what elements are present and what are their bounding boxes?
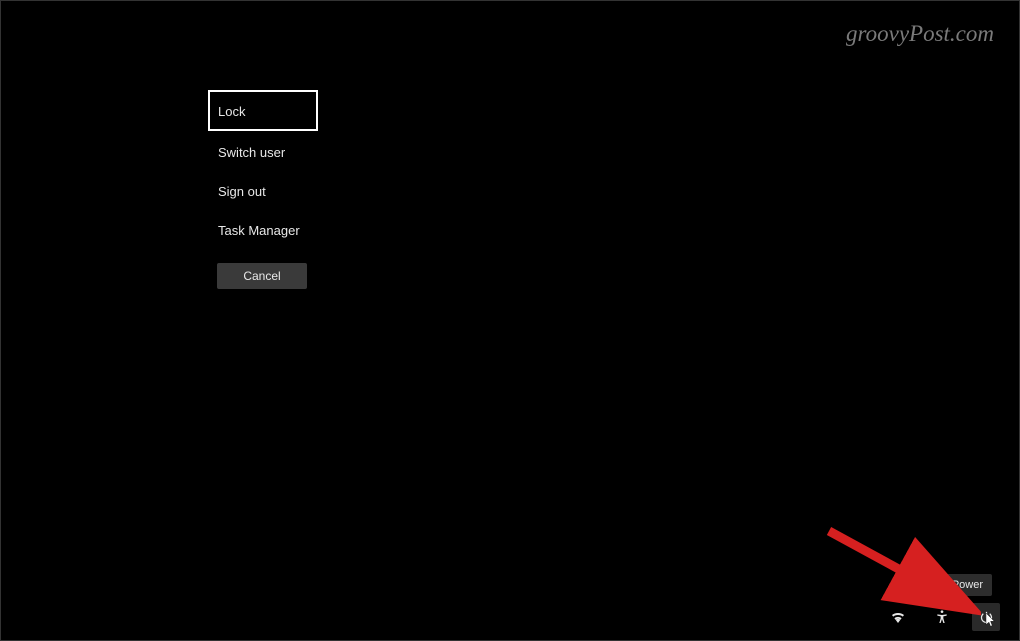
security-options-menu: Lock Switch user Sign out Task Manager (208, 90, 318, 252)
power-tooltip: Power (943, 574, 992, 596)
wifi-icon[interactable] (884, 603, 912, 631)
menu-item-switch-user[interactable]: Switch user (208, 133, 318, 172)
watermark: groovyPost.com (846, 21, 994, 47)
menu-item-lock[interactable]: Lock (208, 90, 318, 131)
accessibility-icon[interactable] (928, 603, 956, 631)
wifi-icon-svg (890, 609, 906, 625)
system-tray (884, 603, 1000, 631)
power-icon[interactable] (972, 603, 1000, 631)
accessibility-icon-svg (934, 609, 950, 625)
power-icon-svg (979, 610, 994, 625)
cancel-button[interactable]: Cancel (217, 263, 307, 289)
menu-item-sign-out[interactable]: Sign out (208, 172, 318, 211)
menu-item-task-manager[interactable]: Task Manager (208, 211, 318, 252)
